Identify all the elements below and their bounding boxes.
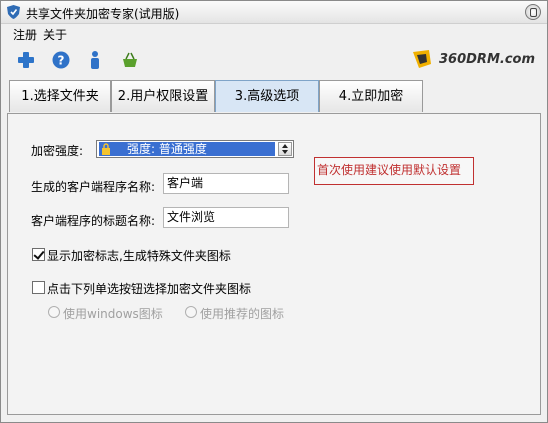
- shield-app-icon: [7, 5, 20, 19]
- tab-select-folder[interactable]: 1.选择文件夹: [9, 80, 111, 112]
- menu-register[interactable]: 注册: [13, 26, 37, 43]
- client-name-label: 生成的客户端程序名称:: [31, 180, 156, 194]
- svg-text:?: ?: [58, 54, 65, 68]
- brand-logo-icon: [413, 50, 431, 68]
- radio-windows-icon[interactable]: [48, 306, 60, 318]
- select-arrow-icon[interactable]: [278, 142, 292, 156]
- strength-value: 强度: 普通强度: [127, 142, 207, 156]
- strength-selected-item: 强度: 普通强度: [99, 142, 275, 156]
- tab-user-permissions[interactable]: 2.用户权限设置: [111, 80, 215, 112]
- brand-logo: 360DRM.com: [411, 47, 535, 71]
- window-title: 共享文件夹加密专家(试用版): [26, 7, 180, 21]
- strength-label: 加密强度:: [31, 144, 84, 158]
- info-icon[interactable]: [85, 50, 105, 70]
- pick-icon-label: 点击下列单选按钮选择加密文件夹图标: [47, 282, 252, 296]
- menu-about[interactable]: 关于: [43, 26, 67, 43]
- client-title-field[interactable]: 文件浏览: [163, 207, 289, 228]
- close-button[interactable]: [525, 4, 541, 20]
- menu-bar: 注册 关于: [1, 23, 547, 43]
- help-icon[interactable]: ?: [51, 50, 71, 70]
- brand-text: 360DRM.com: [439, 51, 535, 67]
- strength-lock-icon: [102, 143, 110, 155]
- shop-icon[interactable]: [120, 50, 140, 70]
- title-bar: 共享文件夹加密专家(试用版): [1, 1, 547, 24]
- radio-windows-label: 使用windows图标: [63, 307, 163, 321]
- tab-advanced-options[interactable]: 3.高级选项: [215, 80, 319, 112]
- strength-select[interactable]: 强度: 普通强度: [96, 140, 294, 158]
- pick-icon-checkbox[interactable]: [32, 281, 45, 294]
- show-mark-checkbox[interactable]: [32, 248, 45, 261]
- app-window: 共享文件夹加密专家(试用版) 注册 关于 ? 360DRM.com 1.选择文件…: [0, 0, 548, 423]
- client-name-field[interactable]: 客户端: [163, 173, 289, 194]
- advanced-options-panel: 加密强度: 强度: 普通强度 首次使用建议使用默认设置 生成的客户端程序名称: …: [7, 113, 541, 415]
- add-icon[interactable]: [16, 50, 36, 70]
- tab-encrypt-now[interactable]: 4.立即加密: [319, 80, 423, 112]
- show-mark-label: 显示加密标志,生成特殊文件夹图标: [47, 249, 231, 263]
- radio-recommended-icon[interactable]: [185, 306, 197, 318]
- default-settings-note: 首次使用建议使用默认设置: [314, 157, 474, 185]
- radio-recommended-label: 使用推荐的图标: [200, 307, 285, 321]
- client-title-label: 客户端程序的标题名称:: [31, 214, 156, 228]
